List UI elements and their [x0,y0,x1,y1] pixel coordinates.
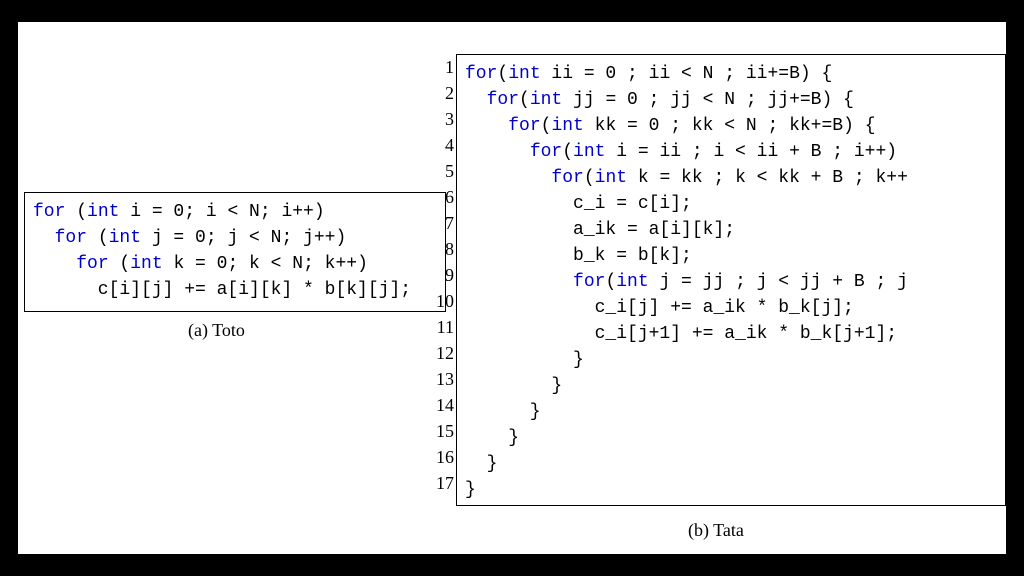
page-surface: 1234567891011121314151617 for(int ii = 0… [18,22,1006,554]
caption-b: (b) Tata [688,520,744,541]
code-listing-a: for (int i = 0; i < N; i++) for (int j =… [24,192,446,312]
code-a-content: for (int i = 0; i < N; i++) for (int j =… [25,193,445,309]
caption-a: (a) Toto [188,320,245,341]
code-listing-b: for(int ii = 0 ; ii < N ; ii+=B) { for(i… [456,54,1006,506]
code-b-content: for(int ii = 0 ; ii < N ; ii+=B) { for(i… [457,55,1005,509]
